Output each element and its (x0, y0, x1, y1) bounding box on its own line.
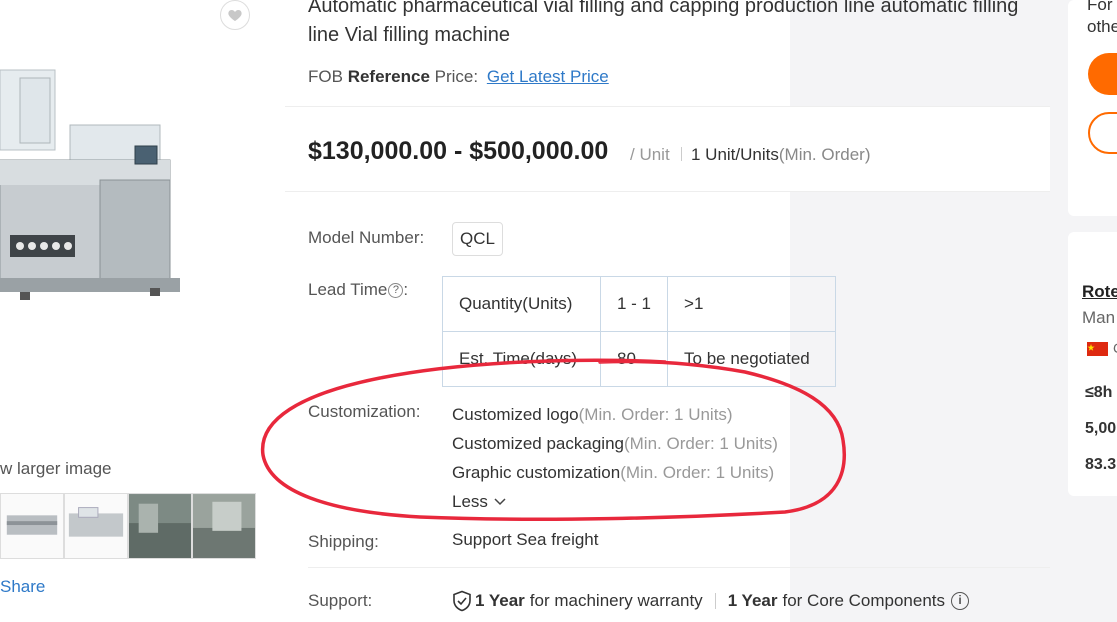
customization-label: Customization: (308, 402, 421, 421)
fob-reference-price: FOB Reference Price: Get Latest Price (308, 67, 609, 87)
lead-time-text: Lead Time (308, 280, 388, 299)
support-divider (714, 593, 716, 609)
list-item: Graphic customization(Min. Order: 1 Unit… (452, 458, 778, 487)
less-toggle[interactable]: Less (452, 487, 506, 516)
price-unit: / Unit (630, 145, 670, 164)
less-label: Less (452, 492, 488, 511)
supplier-rate: 83.3 (1085, 456, 1117, 473)
moq-value: 1 Unit/Units (691, 145, 779, 164)
supplier-type: Man (1082, 308, 1116, 327)
contact-text-line: othe (1087, 17, 1117, 36)
gallery-column: w larger image Share (0, 0, 285, 622)
china-flag-icon (1087, 342, 1108, 356)
table-row: Est. Time(days) 80 To be negotiated (442, 331, 837, 387)
list-item: Customized logo(Min. Order: 1 Units) (452, 400, 778, 429)
support-2-duration: 1 Year (727, 591, 778, 610)
shield-check-icon (453, 590, 471, 612)
main-product-image[interactable] (0, 60, 190, 330)
thumbnail-2[interactable] (64, 493, 128, 559)
price-range: $130,000.00 - $500,000.00 (308, 137, 609, 165)
table-cell: Quantity(Units) (442, 276, 601, 332)
table-cell: 80 (599, 331, 669, 387)
contact-card-text: For othe (1087, 0, 1117, 38)
table-cell: 1 - 1 (599, 276, 669, 332)
fob-bold: Reference (347, 67, 430, 86)
customization-name: Customized logo (452, 405, 579, 424)
table-cell: To be negotiated (667, 331, 837, 387)
supplier-company-link[interactable]: Rote (1082, 282, 1117, 302)
help-circle-icon[interactable]: ? (388, 283, 404, 299)
fob-prefix: FOB (308, 67, 343, 86)
product-title: Automatic pharmaceutical vial filling an… (308, 0, 1019, 46)
lead-time-table: Quantity(Units) 1 - 1 >1 Est. Time(days)… (442, 276, 837, 387)
support-info: 1 Year for machinery warranty 1 Year for… (452, 590, 970, 612)
heart-icon (228, 10, 242, 21)
favorite-button[interactable] (220, 0, 250, 30)
lead-time-label: Lead Time?: (308, 280, 409, 299)
contact-text-line: For (1087, 0, 1113, 14)
min-order-quantity: 1 Unit/Units(Min. Order) (691, 145, 871, 165)
moq-note: (Min. Order) (778, 145, 871, 164)
support-label: Support: (308, 591, 373, 610)
price-divider (681, 147, 682, 161)
get-latest-price-link[interactable]: Get Latest Price (487, 67, 609, 86)
customization-list: Customized logo(Min. Order: 1 Units) Cus… (452, 400, 778, 516)
support-2-text: for Core Components (782, 591, 946, 610)
list-item: Customized packaging(Min. Order: 1 Units… (452, 429, 778, 458)
customization-min-order: (Min. Order: 1 Units) (620, 463, 775, 482)
table-cell: Est. Time(days) (442, 331, 601, 387)
shipping-label: Shipping: (308, 532, 379, 551)
fob-suffix: Price: (434, 67, 479, 86)
supplier-stat: 5,00 (1085, 420, 1117, 437)
thumbnail-3[interactable] (128, 493, 192, 559)
customization-name: Graphic customization (452, 463, 621, 482)
supplier-response-time: ≤8h (1085, 384, 1113, 401)
info-icon[interactable]: i (951, 592, 970, 610)
price-box: $130,000.00 - $500,000.00 / Unit 1 Unit/… (285, 106, 1050, 192)
view-larger-image-link[interactable]: w larger image (0, 459, 112, 479)
customization-min-order: (Min. Order: 1 Units) (578, 405, 733, 424)
table-row: Quantity(Units) 1 - 1 >1 (442, 276, 837, 332)
divider (308, 567, 1050, 568)
share-link[interactable]: Share (0, 577, 45, 597)
thumbnail-1[interactable] (0, 493, 64, 559)
thumbnail-strip (0, 493, 258, 561)
model-number-label: Model Number: (308, 228, 425, 247)
supplier-country: C (1113, 340, 1117, 356)
shipping-value: Support Sea freight (452, 530, 599, 549)
customization-name: Customized packaging (452, 434, 624, 453)
model-number-value: QCL (452, 222, 503, 256)
customization-min-order: (Min. Order: 1 Units) (623, 434, 778, 453)
chevron-down-icon (494, 497, 506, 505)
support-1-duration: 1 Year (475, 591, 525, 610)
table-cell: >1 (667, 276, 837, 332)
support-1-text: for machinery warranty (529, 591, 703, 610)
thumbnail-4[interactable] (192, 493, 256, 559)
